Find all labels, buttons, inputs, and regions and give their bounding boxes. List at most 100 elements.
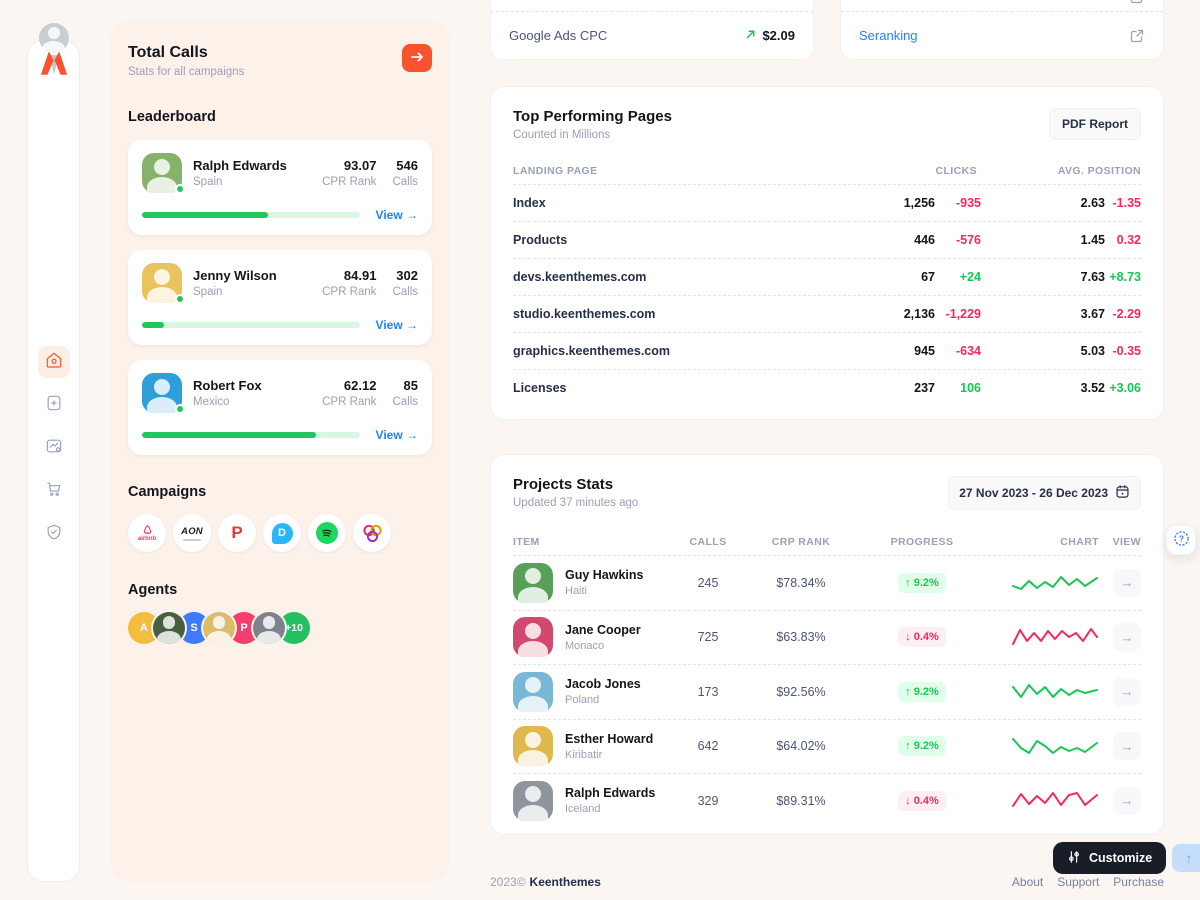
card-title: Projects Stats	[513, 476, 638, 493]
view-link[interactable]: View →	[376, 318, 418, 332]
sparkline-chart	[985, 733, 1099, 759]
table-row[interactable]: Products 446 -576 1.45 0.32	[513, 221, 1141, 258]
calls-label: Calls	[392, 396, 418, 408]
agents-avatar-stack: A S P +10	[128, 612, 432, 644]
progress-bar	[142, 322, 360, 328]
user-avatar[interactable]	[39, 23, 69, 53]
column-progress: PROGRESS	[859, 536, 985, 548]
file-plus-icon	[44, 393, 64, 418]
sparkline-chart	[985, 679, 1099, 705]
sidebar-item-security[interactable]	[38, 518, 70, 550]
sidebar-item-store[interactable]	[38, 475, 70, 507]
p-brand-icon[interactable]: P	[218, 514, 256, 552]
table-row[interactable]: Index 1,256 -935 2.63 -1.35	[513, 184, 1141, 221]
agent-name: Ralph Edwards	[193, 158, 287, 173]
table-row[interactable]: Guy Hawkins Haiti 245 $78.34% ↑ 9.2% →	[513, 555, 1141, 610]
footer-link-support[interactable]: Support	[1057, 875, 1099, 889]
online-status-dot	[175, 404, 185, 414]
metric-label: Google Ads CPC	[509, 28, 607, 43]
external-link-icon[interactable]	[1129, 0, 1145, 10]
row-view-button[interactable]: →	[1113, 787, 1141, 815]
table-row[interactable]: Jacob Jones Poland 173 $92.56% ↑ 9.2% →	[513, 664, 1141, 719]
scroll-to-top-button[interactable]: ↑	[1172, 844, 1200, 872]
agent-name: Jenny Wilson	[193, 268, 277, 283]
column-calls: CALLS	[673, 536, 743, 548]
calls-value: 329	[673, 794, 743, 808]
sidebar-item-home[interactable]	[38, 346, 70, 378]
table-row[interactable]: graphics.keenthemes.com 945 -634 5.03 -0…	[513, 332, 1141, 369]
row-view-button[interactable]: →	[1113, 678, 1141, 706]
sidebar-item-reports[interactable]	[38, 432, 70, 464]
table-row[interactable]: Licenses 237 106 3.52 +3.06	[513, 369, 1141, 406]
footer-link-about[interactable]: About	[1012, 875, 1043, 889]
column-clicks: CLICKS	[865, 165, 981, 177]
help-icon: ?	[1173, 530, 1190, 550]
metronic-logo	[39, 49, 69, 81]
card-subtitle: Counted in Millions	[513, 129, 672, 141]
projects-stats-card: Projects Stats Updated 37 minutes ago 27…	[490, 454, 1164, 835]
seranking-link[interactable]: Seranking	[859, 28, 918, 43]
row-view-button[interactable]: →	[1113, 732, 1141, 760]
table-row[interactable]: devs.keenthemes.com 67 +24 7.63 +8.73	[513, 258, 1141, 295]
table-row[interactable]: studio.keenthemes.com 2,136 -1,229 3.67 …	[513, 295, 1141, 332]
progress-badge: ↑ 9.2%	[898, 736, 946, 756]
cpr-rank-label: CPR Rank	[322, 396, 376, 408]
spotify-icon[interactable]	[308, 514, 346, 552]
online-status-dot	[175, 294, 185, 304]
table-row[interactable]: Jane Cooper Monaco 725 $63.83% ↓ 0.4% →	[513, 610, 1141, 665]
cpr-rank-value: 62.12	[322, 378, 376, 393]
agent-photo-avatar[interactable]	[153, 612, 185, 644]
avatar	[513, 617, 553, 657]
panel-subtitle: Stats for all campaigns	[128, 66, 244, 78]
view-link[interactable]: View →	[376, 428, 418, 442]
agent-name: Robert Fox	[193, 378, 262, 393]
calls-value: 85	[392, 378, 418, 393]
card-subtitle: Updated 37 minutes ago	[513, 497, 638, 509]
progress-badge: ↑ 9.2%	[898, 682, 946, 702]
rings-icon[interactable]	[353, 514, 391, 552]
row-view-button[interactable]: →	[1113, 569, 1141, 597]
external-link-icon[interactable]	[1129, 28, 1145, 44]
calls-value: 302	[392, 268, 418, 283]
crp-rank-value: $63.83%	[743, 630, 859, 644]
calls-label: Calls	[392, 176, 418, 188]
column-view: VIEW	[1099, 536, 1141, 548]
sidebar-item-files[interactable]	[38, 389, 70, 421]
table-row[interactable]: Ralph Edwards Iceland 329 $89.31% ↓ 0.4%…	[513, 773, 1141, 828]
calendar-icon	[1115, 484, 1130, 502]
arrow-right-icon	[410, 51, 424, 66]
date-range-button[interactable]: 27 Nov 2023 - 26 Dec 2023	[948, 476, 1141, 510]
column-item: ITEM	[513, 536, 673, 548]
avatar	[513, 563, 553, 603]
pdf-report-button[interactable]: PDF Report	[1049, 108, 1141, 140]
row-view-button[interactable]: →	[1113, 623, 1141, 651]
agent-photo-avatar[interactable]	[203, 612, 235, 644]
external-links-card: Seranking	[840, 0, 1164, 60]
leaderboard-card: Robert Fox Mexico 62.12 CPR Rank 85 Call…	[128, 360, 432, 455]
agent-photo-avatar[interactable]	[253, 612, 285, 644]
cpr-rank-label: CPR Rank	[322, 176, 376, 188]
cart-icon	[44, 479, 64, 504]
expand-stats-button[interactable]	[402, 44, 432, 72]
date-range-label: 27 Nov 2023 - 26 Dec 2023	[959, 486, 1108, 500]
total-calls-panel: Total Calls Stats for all campaigns Lead…	[110, 20, 450, 882]
aon-icon[interactable]: AON	[173, 514, 211, 552]
sparkline-chart	[985, 570, 1099, 596]
avatar	[513, 726, 553, 766]
sparkline-chart	[985, 624, 1099, 650]
view-link[interactable]: View →	[376, 208, 418, 222]
help-button[interactable]: ?	[1166, 525, 1196, 555]
crp-rank-value: $92.56%	[743, 685, 859, 699]
footer-link-purchase[interactable]: Purchase	[1113, 875, 1164, 889]
calls-label: Calls	[392, 286, 418, 298]
d-bubble-icon[interactable]: D	[263, 514, 301, 552]
customize-button[interactable]: Customize	[1053, 842, 1166, 874]
cpr-rank-label: CPR Rank	[322, 286, 376, 298]
trend-up-icon	[745, 28, 756, 43]
metric-value: $2.09	[762, 28, 795, 43]
footer-copyright: 2023©Keenthemes	[490, 875, 601, 889]
agents-heading: Agents	[128, 582, 432, 598]
table-row[interactable]: Esther Howard Kiribatir 642 $64.02% ↑ 9.…	[513, 719, 1141, 774]
keenthemes-link[interactable]: Keenthemes	[530, 875, 601, 889]
airbnb-icon[interactable]: airbnb	[128, 514, 166, 552]
